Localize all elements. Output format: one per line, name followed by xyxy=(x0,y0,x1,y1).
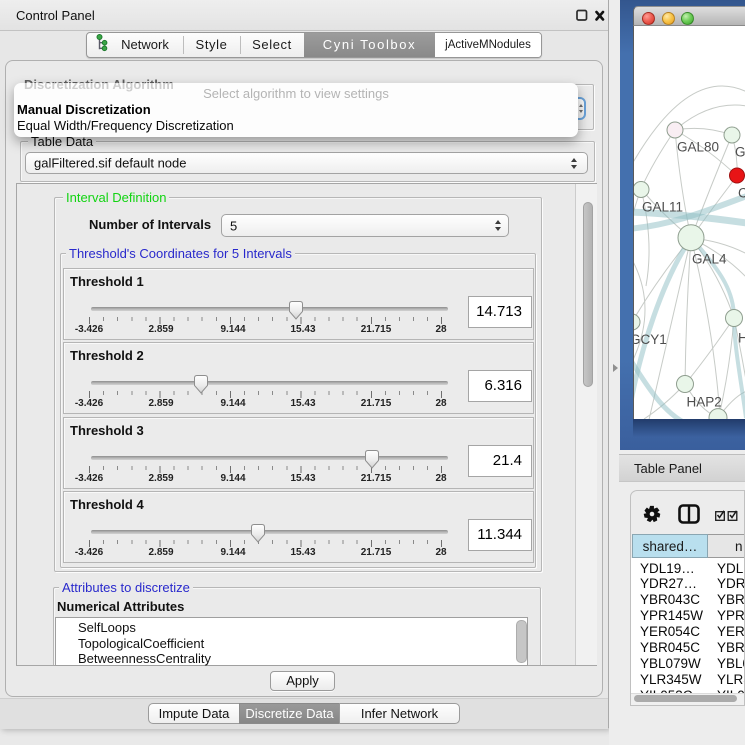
svg-text:GCY1: GCY1 xyxy=(634,332,667,347)
svg-text:HAP2: HAP2 xyxy=(687,395,722,410)
svg-text:GAL4: GAL4 xyxy=(692,252,727,267)
svg-text:GA: GA xyxy=(735,145,745,160)
svg-text:H: H xyxy=(738,330,745,345)
svg-text:GAL11: GAL11 xyxy=(642,200,683,215)
svg-text:C: C xyxy=(738,185,745,200)
svg-text:GAL80: GAL80 xyxy=(677,140,719,155)
